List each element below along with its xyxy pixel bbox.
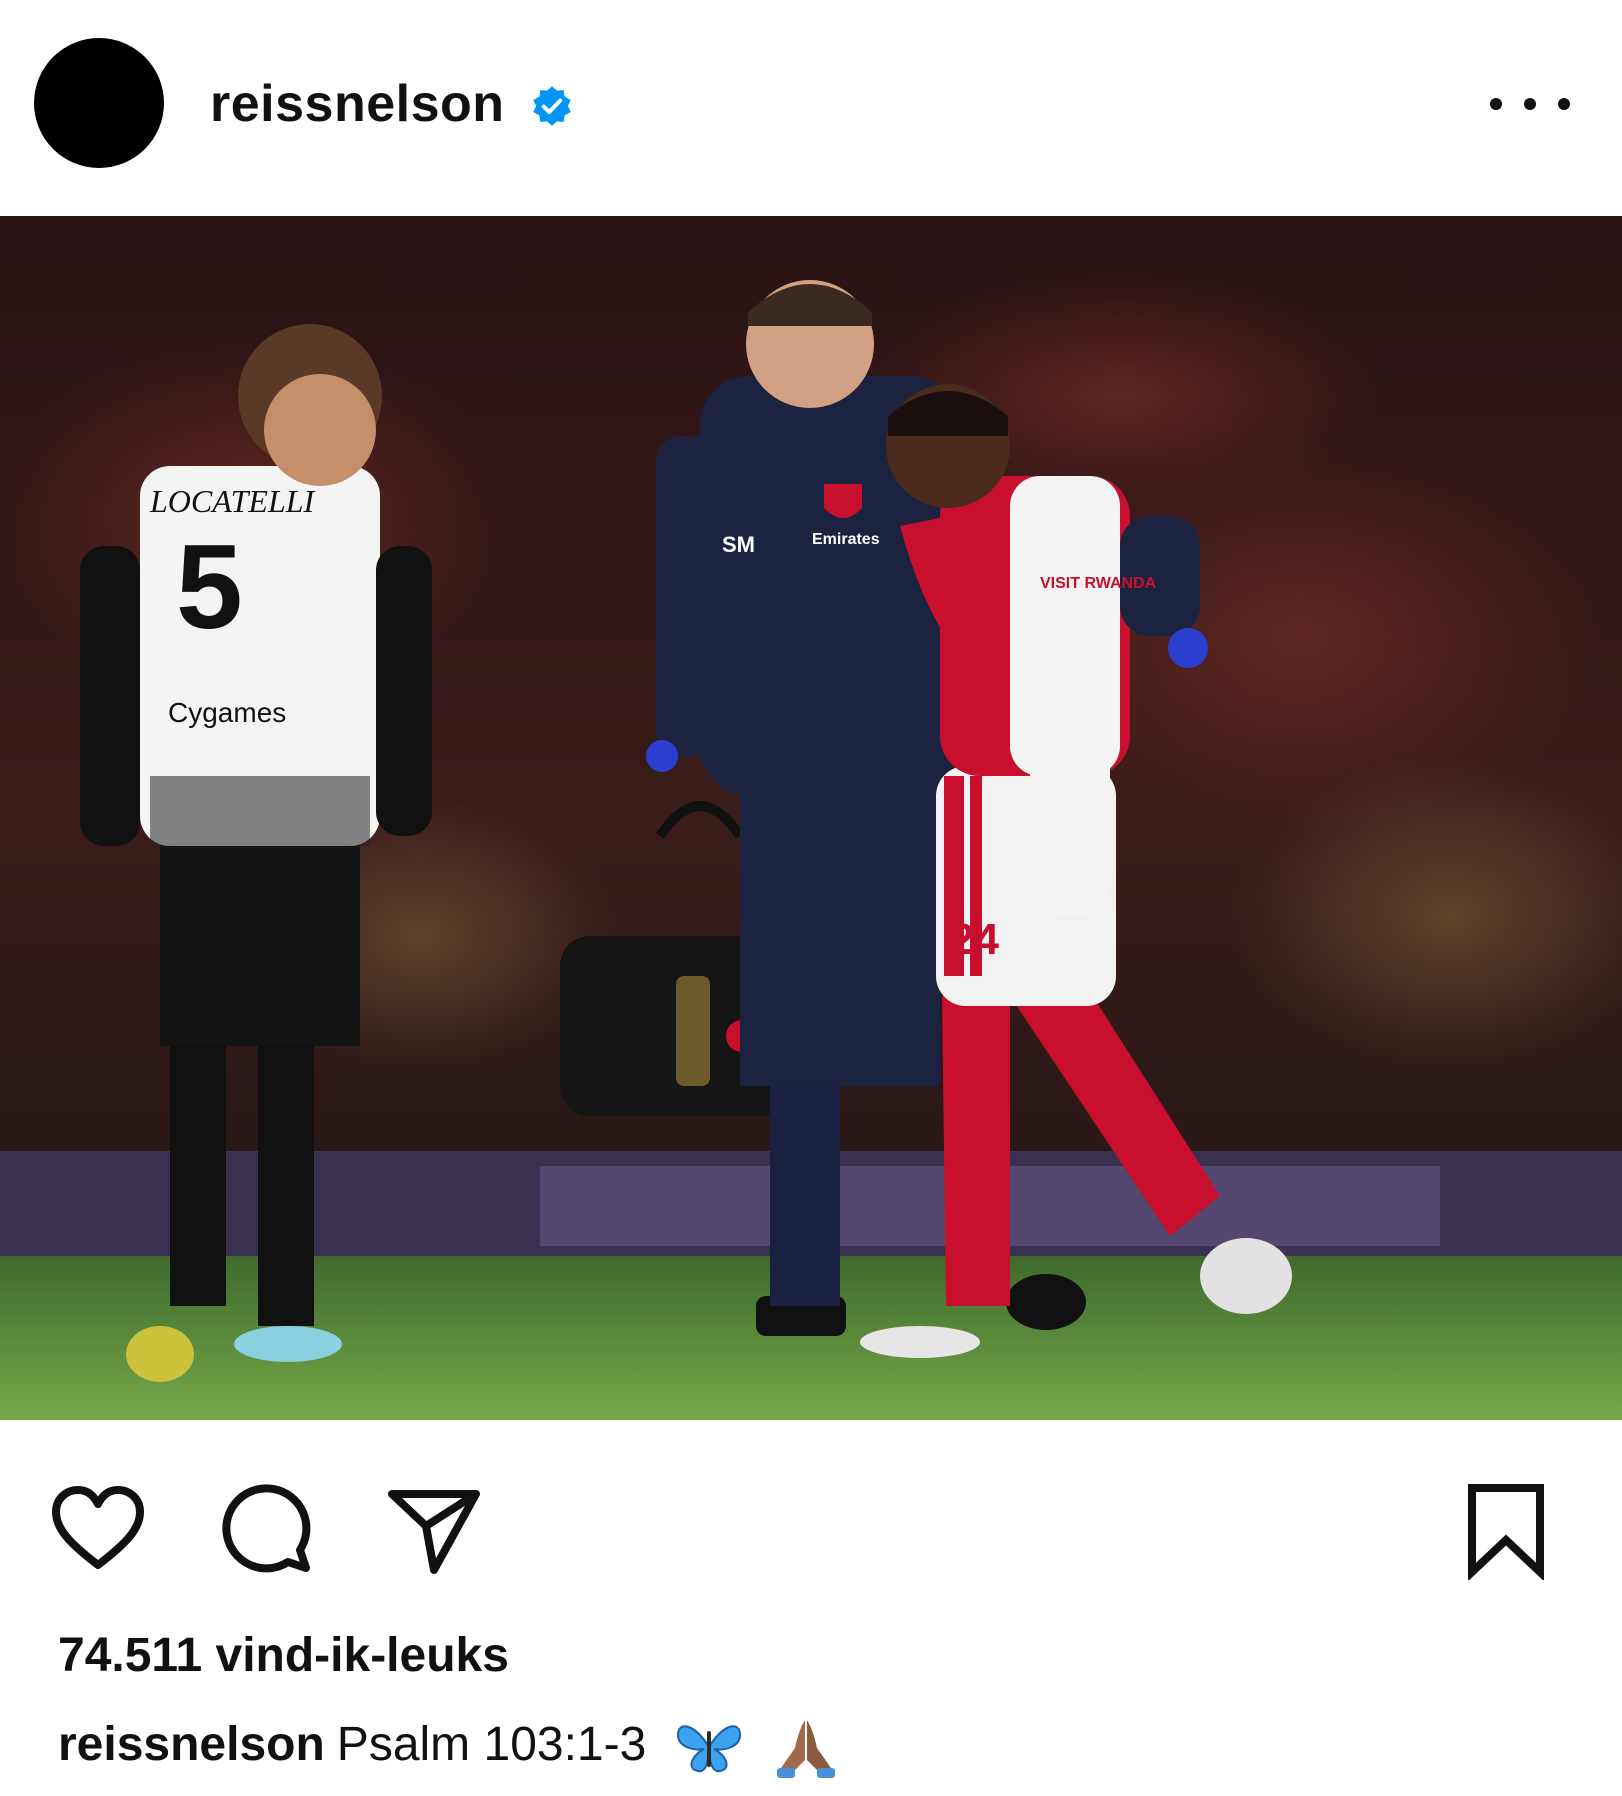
photo-scene: LOCATELLI 5 Cygames SM Emirates VISIT RW…	[0, 216, 1622, 1420]
jersey-sponsor-text: Cygames	[168, 697, 286, 728]
more-options-button[interactable]	[1490, 84, 1570, 124]
jersey-name-text: LOCATELLI	[149, 483, 316, 519]
paper-plane-icon[interactable]	[384, 1480, 484, 1580]
caption: reissnelson Psalm 103:1-3	[58, 1716, 841, 1779]
post-photo[interactable]: LOCATELLI 5 Cygames SM Emirates VISIT RW…	[0, 216, 1622, 1420]
shorts-number-text: 24	[950, 915, 999, 964]
jersey-number-text: 5	[176, 520, 243, 654]
action-bar	[0, 1470, 1622, 1580]
heart-icon[interactable]	[48, 1480, 148, 1580]
staff-sponsor-text: Emirates	[812, 531, 880, 548]
post-header: reissnelson	[0, 0, 1622, 216]
more-dots-icon	[1490, 98, 1502, 110]
butterfly-emoji-icon	[676, 1725, 741, 1773]
folded-hands-emoji-icon	[776, 1720, 835, 1779]
staff-initials-text: SM	[722, 532, 755, 557]
likes-count[interactable]: 74.511 vind-ik-leuks	[58, 1628, 509, 1684]
comment-icon[interactable]	[218, 1480, 318, 1580]
sleeve-sponsor-text: VISIT RWANDA	[1040, 575, 1157, 592]
bookmark-icon[interactable]	[1456, 1480, 1556, 1580]
verified-badge-icon	[533, 86, 571, 126]
caption-username[interactable]: reissnelson	[58, 1718, 325, 1771]
header-username[interactable]: reissnelson	[210, 72, 505, 136]
avatar[interactable]	[34, 38, 164, 168]
caption-text: Psalm 103:1-3	[336, 1718, 647, 1771]
